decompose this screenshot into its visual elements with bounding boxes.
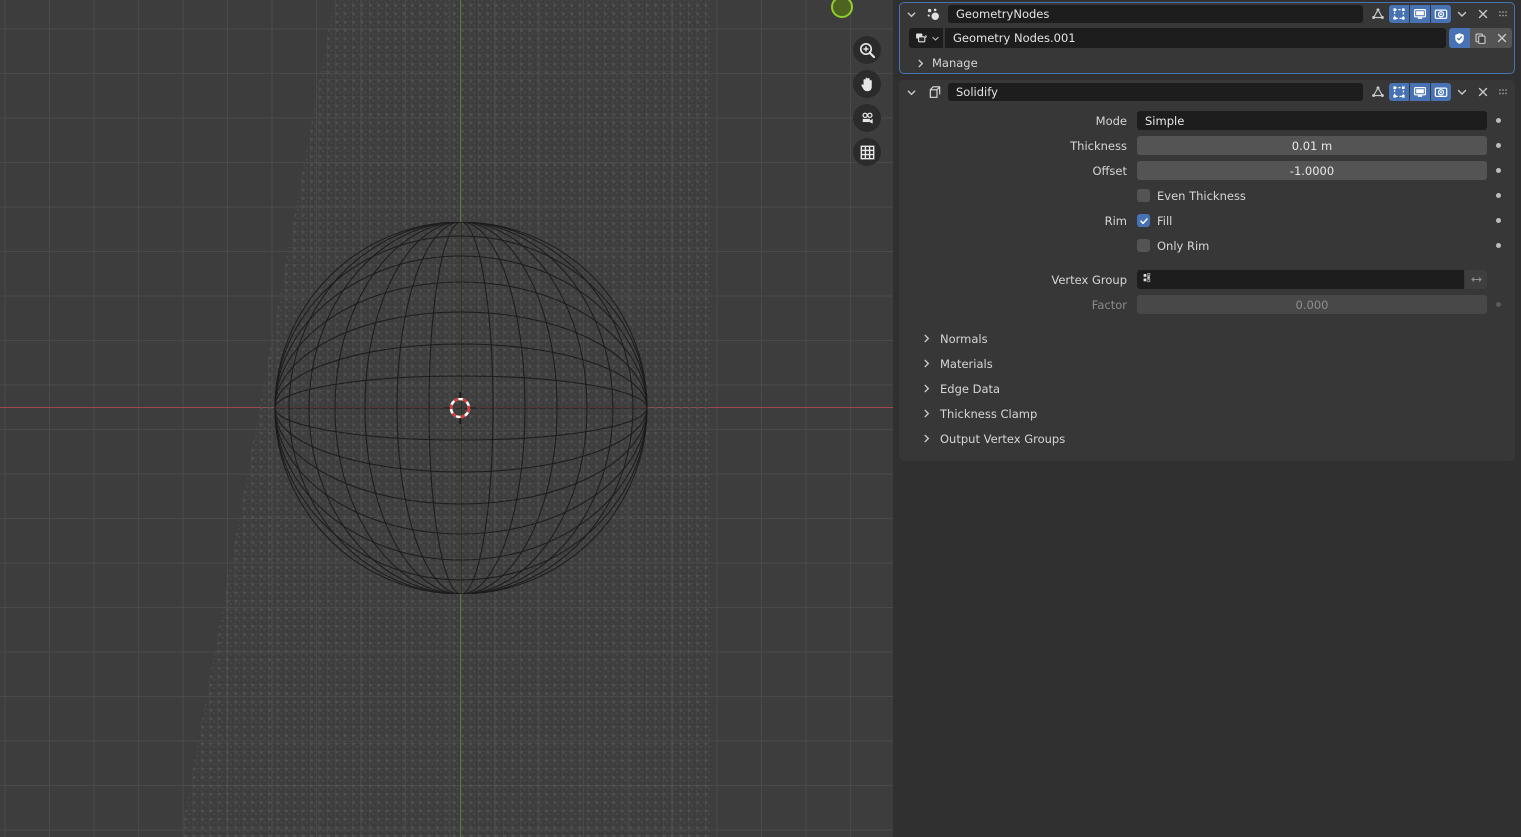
viewport-gizmo-bar [853, 36, 881, 166]
modifier-header-toggles [1368, 5, 1512, 23]
even-thickness-row: Even Thickness [899, 183, 1515, 208]
vertex-group-icon [1142, 270, 1155, 289]
chevron-down-icon[interactable] [905, 87, 918, 98]
zoom-icon[interactable] [853, 36, 881, 64]
section-label: Edge Data [940, 381, 1001, 396]
offset-label: Offset [1092, 163, 1127, 178]
mode-label: Mode [1095, 113, 1127, 128]
thickness-value-field[interactable]: 0.01 m [1137, 136, 1487, 155]
animate-decorator[interactable] [1487, 243, 1509, 248]
section-label: Materials [940, 356, 993, 371]
even-thickness-checkbox[interactable]: Even Thickness [1137, 189, 1246, 203]
section-label: Output Vertex Groups [940, 431, 1066, 446]
chevron-right-icon [915, 54, 926, 73]
chevron-right-icon [921, 329, 932, 348]
offset-row: Offset -1.0000 [899, 158, 1515, 183]
modifier-header[interactable]: GeometryNodes [899, 2, 1515, 26]
node-group-row: Geometry Nodes.001 [899, 26, 1515, 52]
drag-handle-icon[interactable] [1494, 83, 1512, 101]
shield-icon[interactable] [1449, 28, 1470, 48]
close-icon[interactable] [1473, 5, 1493, 23]
checkbox-box [1137, 189, 1150, 202]
only-rim-row: Only Rim [899, 233, 1515, 258]
factor-row: Factor 0.000 [899, 292, 1515, 317]
camera-icon[interactable] [853, 104, 881, 132]
camera-render-icon[interactable] [1431, 83, 1451, 101]
hand-pan-icon[interactable] [853, 70, 881, 98]
animate-decorator[interactable] [1487, 143, 1509, 148]
modifier-name-field[interactable]: Solidify [948, 83, 1363, 101]
modifier-panel-geometrynodes[interactable]: GeometryNodes Geometry Nodes.001 Manage [899, 2, 1515, 74]
properties-editor-modifiers: GeometryNodes Geometry Nodes.001 Manage … [893, 0, 1521, 837]
chevron-right-icon [921, 404, 932, 423]
mode-dropdown[interactable]: Simple [1137, 111, 1487, 130]
display-icon[interactable] [1410, 83, 1430, 101]
unlink-x-icon[interactable] [1491, 28, 1512, 48]
modifier-name-field[interactable]: GeometryNodes [948, 5, 1363, 23]
extras-dropdown-icon[interactable] [1452, 83, 1472, 101]
vertex-group-row: Vertex Group [899, 267, 1515, 292]
animate-decorator[interactable] [1487, 168, 1509, 173]
vertex-triangle-icon[interactable] [1368, 5, 1388, 23]
factor-value-field: 0.000 [1137, 295, 1487, 314]
camera-render-icon[interactable] [1431, 5, 1451, 23]
vertex-group-input[interactable] [1137, 270, 1464, 289]
manage-label: Manage [932, 56, 978, 70]
blender-window: GeometryNodes Geometry Nodes.001 Manage … [0, 0, 1521, 837]
section-thickness-clamp[interactable]: Thickness Clamp [899, 401, 1515, 426]
chevron-right-icon [921, 429, 932, 448]
rim-label: Rim [1104, 213, 1127, 228]
chevron-right-icon [921, 354, 932, 373]
edit-mode-icon[interactable] [1389, 83, 1409, 101]
only-rim-checkbox[interactable]: Only Rim [1137, 239, 1209, 253]
rim-fill-checkbox[interactable]: Fill [1137, 214, 1172, 228]
copy-icon[interactable] [1470, 28, 1491, 48]
drag-handle-icon[interactable] [1494, 5, 1512, 23]
even-thickness-label: Even Thickness [1157, 188, 1246, 203]
thickness-row: Thickness 0.01 m [899, 133, 1515, 158]
rim-fill-row: Rim Fill [899, 208, 1515, 233]
animate-decorator[interactable] [1487, 218, 1509, 223]
animate-decorator[interactable] [1487, 302, 1509, 307]
factor-label: Factor [1091, 297, 1127, 312]
modifier-header[interactable]: Solidify [899, 80, 1515, 104]
checkbox-box [1137, 214, 1150, 227]
chevron-right-icon [921, 379, 932, 398]
solidify-cube-icon [923, 84, 943, 100]
display-icon[interactable] [1410, 5, 1430, 23]
modifier-header-toggles [1368, 83, 1512, 101]
checkbox-box [1137, 239, 1150, 252]
offset-value-field[interactable]: -1.0000 [1137, 161, 1487, 180]
close-icon[interactable] [1473, 83, 1493, 101]
section-label: Thickness Clamp [940, 406, 1038, 421]
vertex-triangle-icon[interactable] [1368, 83, 1388, 101]
section-output-vertex-groups[interactable]: Output Vertex Groups [899, 426, 1515, 451]
3d-cursor [444, 392, 476, 424]
only-rim-label: Only Rim [1157, 238, 1210, 253]
grid-ortho-icon[interactable] [853, 138, 881, 166]
animate-decorator[interactable] [1487, 193, 1509, 198]
animate-decorator[interactable] [1487, 118, 1509, 123]
section-edge-data[interactable]: Edge Data [899, 376, 1515, 401]
modifier-panel-solidify[interactable]: Solidify Mode Simple Thickness 0.01 m Of… [899, 80, 1515, 461]
extras-dropdown-icon[interactable] [1452, 5, 1472, 23]
geometry-nodes-icon [923, 6, 943, 22]
invert-arrows-icon[interactable] [1465, 270, 1487, 289]
manage-section-header[interactable]: Manage [899, 52, 1515, 74]
vertex-group-label: Vertex Group [1051, 272, 1127, 287]
chevron-down-icon[interactable] [905, 9, 918, 20]
node-group-name-field[interactable]: Geometry Nodes.001 [945, 28, 1446, 48]
section-materials[interactable]: Materials [899, 351, 1515, 376]
thickness-label: Thickness [1070, 138, 1127, 153]
section-normals[interactable]: Normals [899, 326, 1515, 351]
edit-mode-icon[interactable] [1389, 5, 1409, 23]
section-label: Normals [940, 331, 988, 346]
solidify-settings: Mode Simple Thickness 0.01 m Offset -1.0… [899, 104, 1515, 461]
3d-viewport[interactable] [0, 0, 893, 837]
mode-row: Mode Simple [899, 108, 1515, 133]
node-tree-browse-icon[interactable] [909, 28, 943, 48]
rim-fill-label: Fill [1157, 213, 1173, 228]
